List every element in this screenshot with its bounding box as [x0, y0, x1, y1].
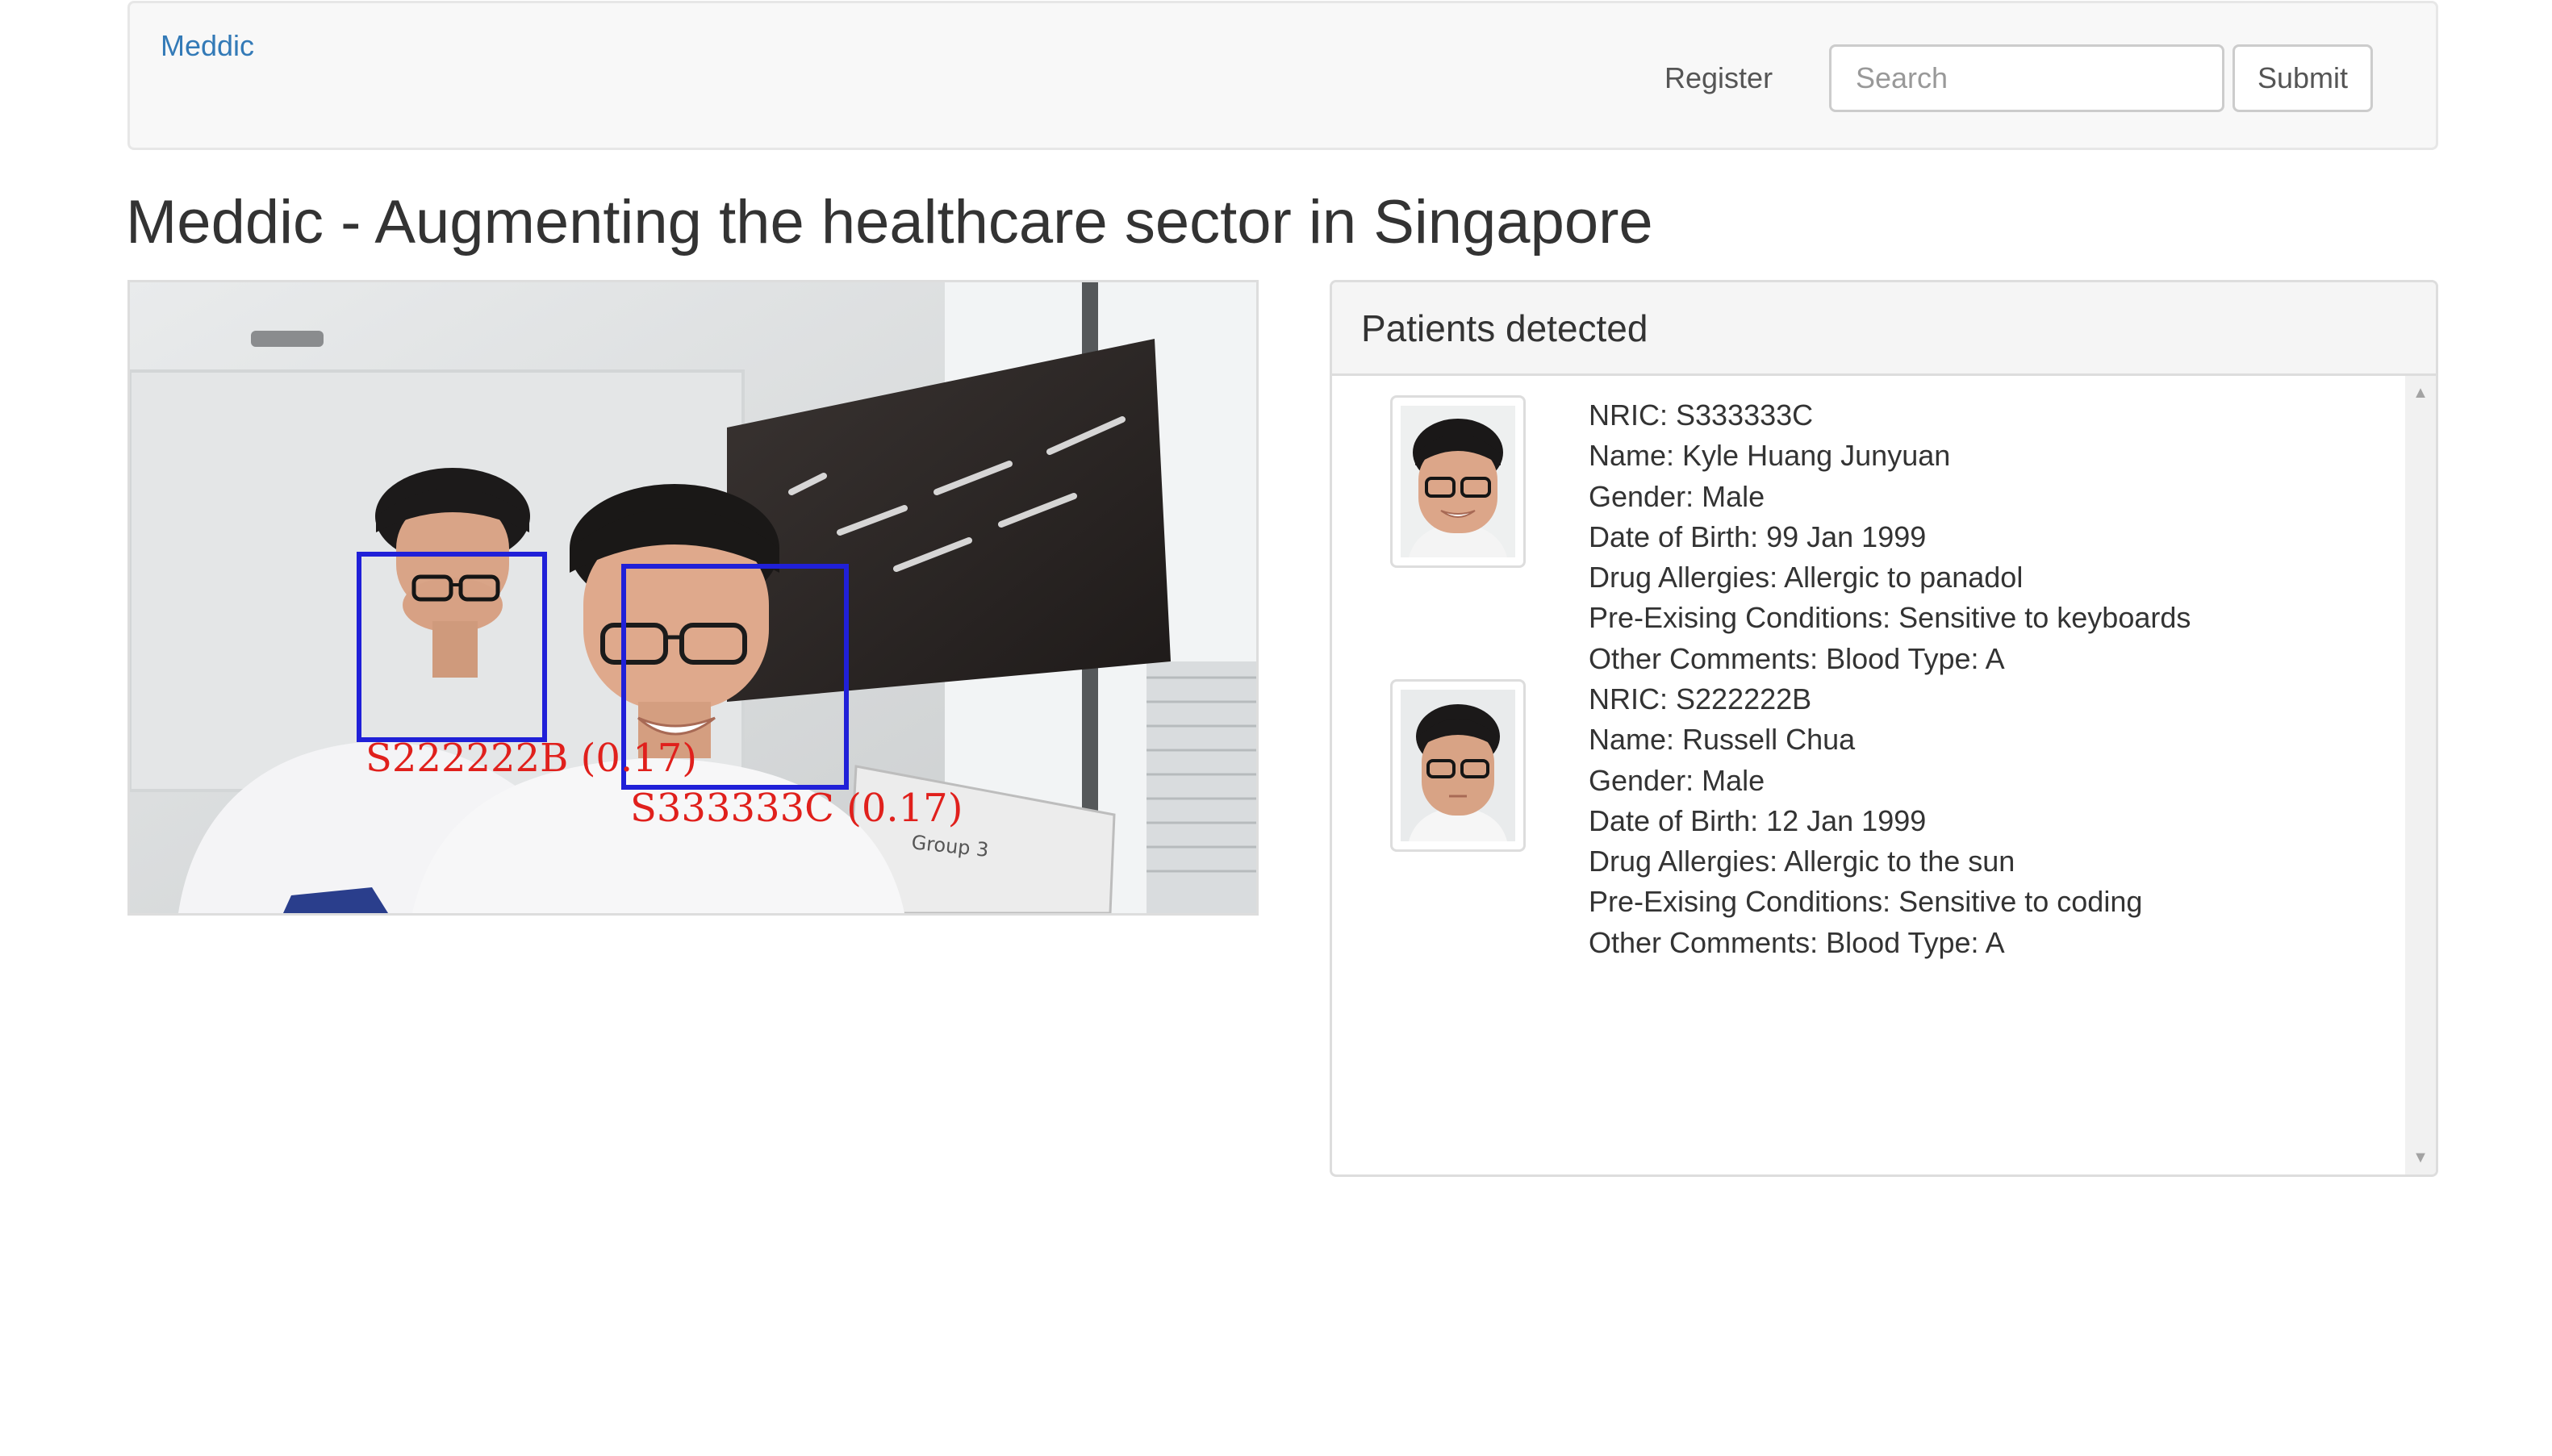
detection-label-2: S333333C (0.17)	[630, 786, 963, 831]
patient-comments: Other Comments: Blood Type: A	[1589, 641, 2005, 675]
register-link[interactable]: Register	[1664, 61, 1773, 95]
patient-conditions: Pre-Exising Conditions: Sensitive to key…	[1589, 601, 2191, 635]
patient-info: NRIC: S222222B Name: Russell Chua Gender…	[1589, 679, 2142, 963]
patient-nric: NRIC: S333333C	[1589, 398, 1814, 432]
scroll-up-arrow-icon[interactable]: ▲	[2405, 381, 2436, 405]
camera-feed: Group 3 S222222B (0.17) S333333C (0.17)	[127, 280, 1259, 916]
patient-info: NRIC: S333333C Name: Kyle Huang Junyuan …	[1589, 395, 2191, 679]
patient-name: Name: Kyle Huang Junyuan	[1589, 439, 1951, 473]
camera-feed-image: Group 3 S222222B (0.17) S333333C (0.17)	[130, 282, 1256, 913]
detection-label-1: S222222B (0.17)	[365, 736, 697, 781]
page-title: Meddic - Augmenting the healthcare secto…	[126, 188, 1653, 257]
scroll-down-arrow-icon[interactable]: ▼	[2405, 1145, 2436, 1170]
patient-nric: NRIC: S222222B	[1589, 682, 1812, 715]
patient-gender: Gender: Male	[1589, 763, 1765, 797]
search-input[interactable]	[1829, 44, 2224, 112]
patient-conditions: Pre-Exising Conditions: Sensitive to cod…	[1589, 885, 2143, 919]
patient-name: Name: Russell Chua	[1589, 723, 1856, 757]
navbar: Meddic Register Submit	[127, 1, 2438, 150]
patients-list[interactable]: NRIC: S333333C Name: Kyle Huang Junyuan …	[1332, 376, 2436, 1174]
patient-dob: Date of Birth: 99 Jan 1999	[1589, 519, 1927, 553]
panel-heading: Patients detected	[1332, 282, 2436, 376]
patients-panel: Patients detected NRIC: S333333C Name: K…	[1330, 280, 2438, 1177]
patient-allergies: Drug Allergies: Allergic to panadol	[1589, 561, 2024, 594]
patient-photo	[1390, 395, 1526, 568]
submit-button[interactable]: Submit	[2232, 44, 2373, 112]
patient-photo	[1390, 679, 1526, 852]
patient-gender: Gender: Male	[1589, 479, 1765, 513]
patient-comments: Other Comments: Blood Type: A	[1589, 925, 2005, 959]
scrollbar[interactable]: ▲ ▼	[2405, 376, 2436, 1174]
patient-allergies: Drug Allergies: Allergic to the sun	[1589, 845, 2015, 878]
brand-link[interactable]: Meddic	[161, 29, 254, 63]
patient-dob: Date of Birth: 12 Jan 1999	[1589, 803, 1927, 837]
